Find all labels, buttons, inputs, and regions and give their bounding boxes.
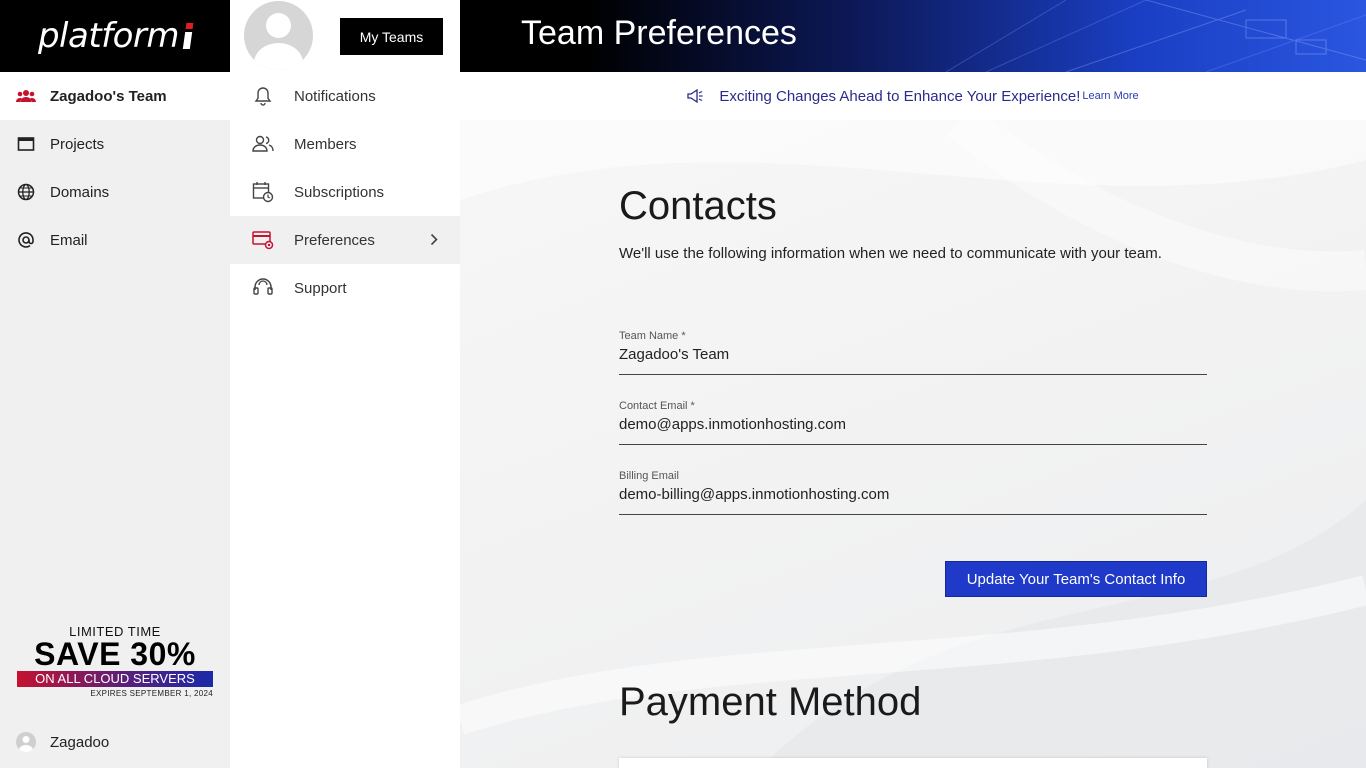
bell-icon	[252, 85, 274, 107]
platform-logo: platform	[37, 16, 180, 56]
announcement-text: Exciting Changes Ahead to Enhance Your E…	[719, 87, 1081, 105]
window-icon	[16, 134, 36, 154]
sidebar-item-label: Email	[50, 231, 88, 249]
team-menu-item-preferences[interactable]: Preferences	[230, 216, 460, 264]
promo-line-4: EXPIRES SEPTEMBER 1, 2024	[90, 689, 213, 698]
at-icon	[16, 230, 36, 250]
learn-more-link[interactable]: Learn More	[1082, 90, 1138, 102]
contact-email-input[interactable]: demo@apps.inmotionhosting.com	[619, 416, 1207, 433]
sidebar-item-email[interactable]: Email	[0, 216, 230, 264]
team-name-label: Team Name *	[619, 330, 686, 342]
contact-email-field[interactable]: Contact Email * demo@apps.inmotionhostin…	[619, 400, 1207, 445]
page-header: Team Preferences	[460, 0, 1366, 72]
team-menu-item-support[interactable]: Support	[230, 264, 460, 312]
header-decoration	[946, 0, 1366, 72]
team-menu-label: Subscriptions	[294, 183, 385, 201]
sidebar-item-team[interactable]: Zagadoo's Team	[0, 72, 230, 120]
page-title: Team Preferences	[521, 14, 797, 52]
billing-email-label: Billing Email	[619, 470, 679, 482]
promo-line-2: SAVE 30%	[34, 636, 196, 672]
billing-email-field[interactable]: Billing Email demo-billing@apps.inmotion…	[619, 470, 1207, 515]
promo-banner[interactable]: LIMITED TIME SAVE 30% ON ALL CLOUD SERVE…	[17, 624, 213, 698]
contacts-heading: Contacts	[619, 184, 777, 228]
payment-heading: Payment Method	[619, 680, 922, 724]
user-menu[interactable]: Zagadoo	[16, 732, 109, 752]
sidebar-item-domains[interactable]: Domains	[0, 168, 230, 216]
promo-line-3: ON ALL CLOUD SERVERS	[17, 671, 213, 687]
megaphone-icon	[687, 89, 703, 103]
team-name-field[interactable]: Team Name * Zagadoo's Team	[619, 330, 1207, 375]
contacts-description: We'll use the following information when…	[619, 245, 1162, 262]
contact-email-label: Contact Email *	[619, 400, 695, 412]
headset-icon	[252, 277, 274, 299]
my-teams-button[interactable]: My Teams	[340, 18, 443, 55]
team-avatar[interactable]	[244, 1, 313, 70]
card-settings-icon	[252, 229, 274, 251]
team-menu-item-subscriptions[interactable]: Subscriptions	[230, 168, 460, 216]
team-menu-label: Preferences	[294, 231, 375, 249]
team-icon	[16, 86, 36, 106]
chevron-right-icon	[430, 233, 438, 250]
logo-i-mark	[182, 23, 194, 49]
team-menu-item-notifications[interactable]: Notifications	[230, 72, 460, 120]
globe-icon	[16, 182, 36, 202]
team-menu: My Teams Notifications Members Subscript…	[230, 0, 460, 768]
billing-email-input[interactable]: demo-billing@apps.inmotionhosting.com	[619, 486, 1207, 503]
calendar-refresh-icon	[252, 181, 274, 203]
payment-card	[619, 758, 1207, 768]
sidebar-item-label: Domains	[50, 183, 110, 201]
team-name-input[interactable]: Zagadoo's Team	[619, 346, 1207, 363]
avatar	[16, 732, 36, 752]
team-menu-label: Members	[294, 135, 357, 153]
update-contact-button[interactable]: Update Your Team's Contact Info	[945, 561, 1207, 597]
sidebar-item-label: Zagadoo's Team	[50, 87, 167, 105]
main-content: Contacts We'll use the following informa…	[460, 120, 1366, 768]
logo-bar[interactable]: platform	[0, 0, 230, 72]
announcement-bar: Exciting Changes Ahead to Enhance Your E…	[460, 72, 1366, 120]
team-menu-label: Notifications	[294, 87, 376, 105]
sidebar-item-label: Projects	[50, 135, 105, 153]
user-name: Zagadoo	[50, 733, 110, 751]
team-menu-label: Support	[294, 279, 347, 297]
main-sidebar: platform Zagadoo's Team Projects Domains…	[0, 0, 230, 768]
team-menu-header: My Teams	[230, 0, 460, 72]
members-icon	[252, 133, 274, 155]
sidebar-item-projects[interactable]: Projects	[0, 120, 230, 168]
team-menu-item-members[interactable]: Members	[230, 120, 460, 168]
